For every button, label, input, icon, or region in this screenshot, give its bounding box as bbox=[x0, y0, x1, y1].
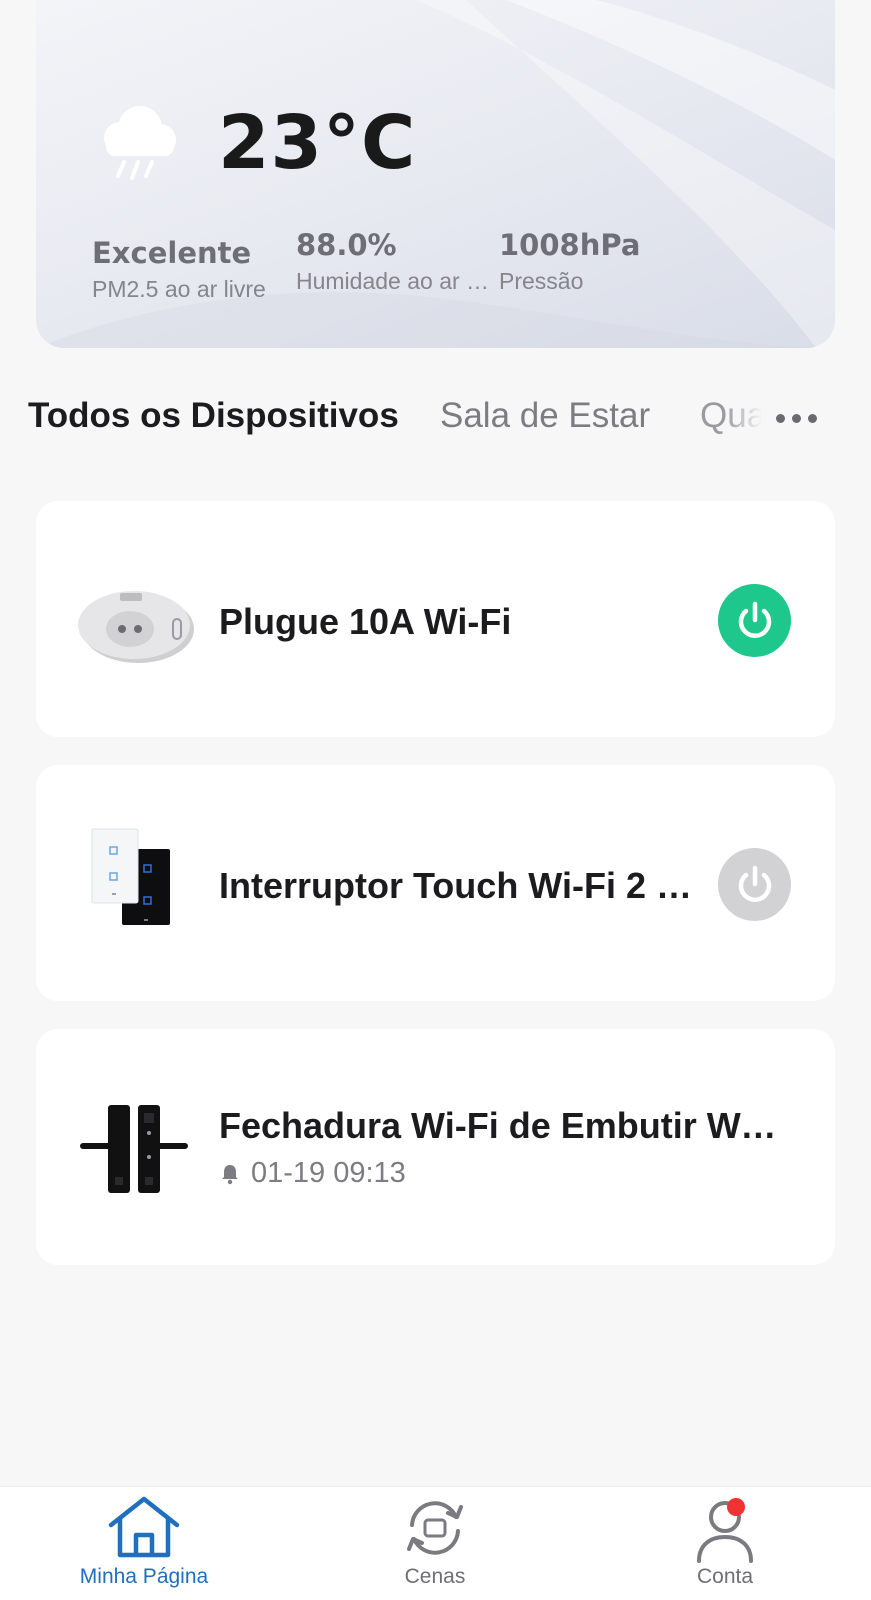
air-quality-label: PM2.5 ao ar livre bbox=[92, 276, 266, 302]
humidity-metric: 88.0% Humidade ao ar livre bbox=[296, 228, 491, 295]
smart-plug-icon bbox=[78, 591, 194, 663]
dot-icon bbox=[808, 414, 817, 423]
nav-label: Conta bbox=[696, 1565, 754, 1588]
power-toggle-button[interactable] bbox=[718, 848, 791, 921]
last-event-time: 01-19 09:13 bbox=[251, 1157, 406, 1189]
nav-label: Minha Página bbox=[79, 1565, 209, 1588]
device-card-lock[interactable]: Fechadura Wi-Fi de Embutir Wi-Fi 01-19 0… bbox=[36, 1029, 835, 1265]
room-tabs: Todos os Dispositivos Sala de Estar Quar… bbox=[28, 396, 828, 446]
device-name: Interruptor Touch Wi-Fi 2 Teclas bbox=[219, 865, 699, 906]
dot-icon bbox=[776, 414, 785, 423]
rain-cloud-icon bbox=[104, 106, 176, 180]
touch-switch-icon bbox=[91, 828, 170, 925]
home-icon bbox=[108, 1496, 180, 1558]
air-quality-value: Excelente bbox=[92, 236, 252, 270]
pressure-label: Pressão bbox=[499, 268, 584, 294]
nav-home[interactable]: Minha Página bbox=[54, 1487, 234, 1600]
last-event: 01-19 09:13 bbox=[219, 1157, 406, 1190]
home-screen: 23°C Excelente PM2.5 ao ar livre 88.0% H… bbox=[0, 0, 871, 1600]
tab-bedroom[interactable]: Quarto bbox=[700, 396, 762, 436]
humidity-label: Humidade ao ar livre bbox=[296, 268, 491, 294]
bell-icon bbox=[222, 1164, 238, 1184]
power-icon bbox=[738, 601, 771, 638]
scenes-icon bbox=[407, 1501, 463, 1555]
weather-card[interactable]: 23°C Excelente PM2.5 ao ar livre 88.0% H… bbox=[36, 0, 835, 348]
dot-icon bbox=[792, 414, 801, 423]
device-card-switch[interactable]: Interruptor Touch Wi-Fi 2 Teclas bbox=[36, 765, 835, 1001]
temperature: 23°C bbox=[218, 100, 417, 186]
pressure-value: 1008hPa bbox=[499, 228, 641, 262]
device-name: Fechadura Wi-Fi de Embutir Wi-Fi bbox=[219, 1105, 779, 1146]
notification-badge bbox=[727, 1498, 745, 1516]
door-lock-icon bbox=[80, 1105, 188, 1193]
air-quality-metric: Excelente PM2.5 ao ar livre bbox=[92, 236, 266, 303]
nav-scenes[interactable]: Cenas bbox=[345, 1487, 525, 1600]
nav-label: Cenas bbox=[404, 1565, 466, 1588]
power-toggle-button[interactable] bbox=[718, 584, 791, 657]
humidity-value: 88.0% bbox=[296, 228, 397, 262]
account-icon bbox=[697, 1498, 753, 1563]
bottom-nav: Minha Página Cenas Conta bbox=[0, 1486, 871, 1600]
tab-all-devices[interactable]: Todos os Dispositivos bbox=[28, 396, 399, 436]
device-card-plug[interactable]: Plugue 10A Wi-Fi bbox=[36, 501, 835, 737]
tab-living-room[interactable]: Sala de Estar bbox=[440, 396, 650, 436]
more-tabs-button[interactable] bbox=[776, 414, 818, 424]
pressure-metric: 1008hPa Pressão bbox=[499, 228, 640, 295]
power-icon bbox=[738, 865, 771, 902]
nav-account[interactable]: Conta bbox=[635, 1487, 815, 1600]
device-name: Plugue 10A Wi-Fi bbox=[219, 601, 512, 642]
